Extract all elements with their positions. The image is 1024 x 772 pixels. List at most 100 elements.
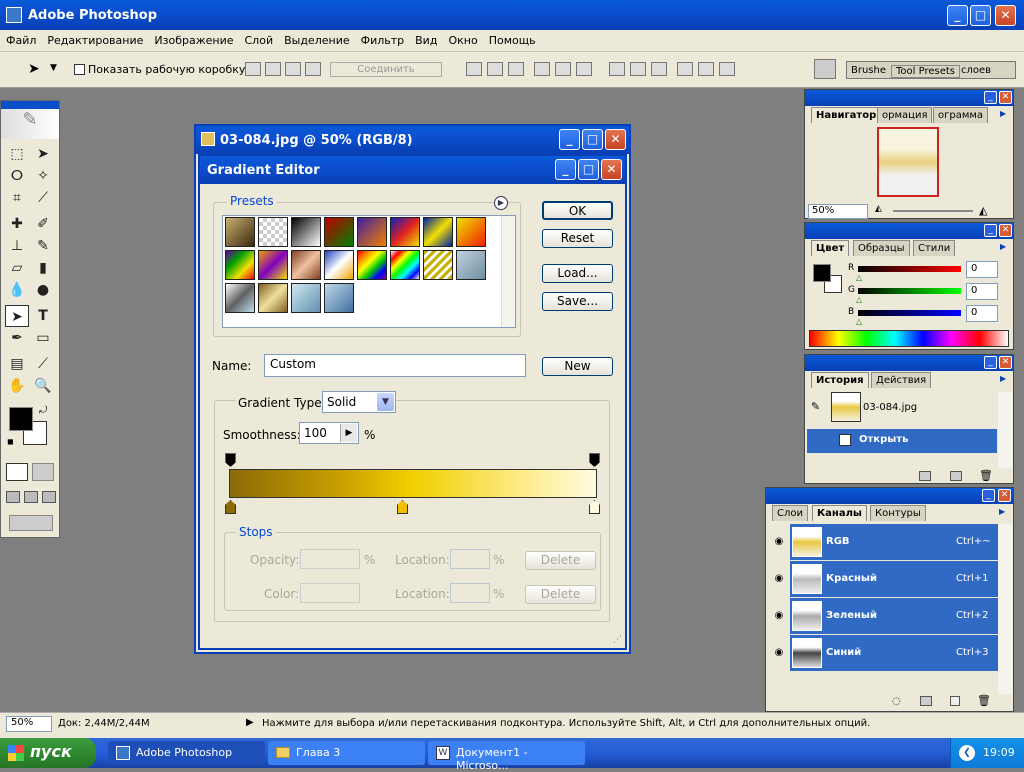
show-box-checkbox[interactable] <box>74 64 85 75</box>
r-slider[interactable] <box>858 266 961 272</box>
dlg-close-button[interactable]: ✕ <box>601 159 622 180</box>
panel-close-button[interactable]: ✕ <box>999 356 1012 369</box>
preset-swatch[interactable] <box>390 217 420 247</box>
menu-file[interactable]: Файл <box>0 30 41 47</box>
align-icon[interactable] <box>265 62 281 76</box>
menu-image[interactable]: Изображение <box>148 30 238 47</box>
merge-button[interactable]: Соединить <box>330 62 442 77</box>
zoom-slider[interactable] <box>893 210 973 212</box>
task-folder[interactable]: Глава 3 <box>268 741 425 765</box>
ok-button[interactable]: OK <box>542 201 613 220</box>
g-field[interactable]: 0 <box>966 283 998 300</box>
tab-swatches[interactable]: Образцы <box>853 240 910 256</box>
swap-colors-icon[interactable]: ⤾ <box>39 405 47 416</box>
distribute-icon[interactable] <box>555 62 571 76</box>
history-snapshot-name[interactable]: 03-084.jpg <box>863 402 917 413</box>
preset-swatch[interactable] <box>258 217 288 247</box>
resize-grip-icon[interactable]: ⋰ <box>613 635 622 645</box>
lasso-icon[interactable]: ⵔ <box>5 165 29 187</box>
eyedropper-icon[interactable]: ⟋ <box>31 353 55 375</box>
presets-menu-icon[interactable]: ▶ <box>494 196 508 210</box>
task-photoshop[interactable]: Adobe Photoshop <box>108 741 265 765</box>
healing-brush-icon[interactable]: ✚ <box>5 213 29 235</box>
distribute-icon[interactable] <box>466 62 482 76</box>
distribute-icon[interactable] <box>630 62 646 76</box>
b-slider-thumb[interactable]: △ <box>856 317 862 326</box>
zoom-in-icon[interactable]: ◭ <box>979 204 987 217</box>
color-spectrum-bar[interactable] <box>809 330 1009 347</box>
history-brush-icon[interactable]: ✎ <box>31 235 55 257</box>
history-brush-source-icon[interactable]: ✎ <box>811 400 820 413</box>
channel-row-blue[interactable]: ◉ Синий Ctrl+3 <box>768 635 1012 671</box>
color-fg-swatch[interactable] <box>813 264 831 282</box>
new-channel-icon[interactable] <box>950 696 960 706</box>
distribute-icon[interactable] <box>651 62 667 76</box>
menu-edit[interactable]: Редактирование <box>41 30 148 47</box>
panel-minimize-button[interactable]: _ <box>984 356 997 369</box>
move-icon[interactable]: ➤ <box>31 143 55 165</box>
palette-tab-layers[interactable]: слоев <box>961 65 991 76</box>
preset-swatch[interactable] <box>357 250 387 280</box>
panel-menu-icon[interactable]: ▶ <box>1000 242 1006 251</box>
panel-minimize-button[interactable]: _ <box>982 489 995 502</box>
menu-help[interactable]: Помощь <box>483 30 541 47</box>
distribute-icon[interactable] <box>609 62 625 76</box>
chevron-down-icon[interactable]: ▼ <box>377 393 394 411</box>
new-button[interactable]: New <box>542 357 613 376</box>
tab-styles[interactable]: Стили <box>913 240 956 256</box>
name-field[interactable]: Custom <box>264 354 526 377</box>
shape-icon[interactable]: ▭ <box>31 327 55 349</box>
arrow-right-icon[interactable]: ▶ <box>340 424 357 442</box>
type-icon[interactable]: T <box>31 305 55 327</box>
channels-scrollbar[interactable] <box>998 524 1012 694</box>
eye-icon[interactable]: ◉ <box>768 524 790 560</box>
b-field[interactable]: 0 <box>966 305 998 322</box>
preset-swatch[interactable] <box>258 283 288 313</box>
distribute-icon[interactable] <box>508 62 524 76</box>
reset-button[interactable]: Reset <box>542 229 613 248</box>
preset-swatch[interactable] <box>456 250 486 280</box>
stop-color-field[interactable] <box>300 583 360 603</box>
eye-icon[interactable]: ◉ <box>768 598 790 634</box>
default-colors-icon[interactable]: ◼ <box>7 437 14 446</box>
navigator-thumbnail[interactable] <box>877 127 939 197</box>
opacity-field[interactable] <box>300 549 360 569</box>
foreground-color-swatch[interactable] <box>9 407 33 431</box>
tab-info[interactable]: ормация <box>877 107 933 123</box>
gradient-preview-bar[interactable] <box>229 469 597 498</box>
status-zoom-field[interactable]: 50% <box>6 716 52 732</box>
pen-icon[interactable]: ✒ <box>5 327 29 349</box>
tab-actions[interactable]: Действия <box>871 372 932 388</box>
g-slider-thumb[interactable]: △ <box>856 295 862 304</box>
preset-swatch[interactable] <box>225 283 255 313</box>
doc-maximize-button[interactable]: □ <box>582 129 603 150</box>
tab-layers[interactable]: Слои <box>772 505 808 521</box>
preset-swatch[interactable] <box>357 217 387 247</box>
gradient-type-select[interactable]: Solid ▼ <box>322 391 396 413</box>
menu-filter[interactable]: Фильтр <box>355 30 410 47</box>
r-slider-thumb[interactable]: △ <box>856 273 862 282</box>
tab-histogram[interactable]: ограмма <box>933 107 989 123</box>
panel-minimize-button[interactable]: _ <box>984 224 997 237</box>
align-icon[interactable] <box>305 62 321 76</box>
load-selection-icon[interactable]: ◌ <box>892 696 901 707</box>
history-scrollbar[interactable] <box>998 392 1012 468</box>
smoothness-field[interactable]: 100 ▶ <box>299 422 359 444</box>
distribute-icon[interactable] <box>677 62 693 76</box>
tab-channels[interactable]: Каналы <box>812 505 867 521</box>
navigator-zoom-field[interactable]: 50% <box>808 204 868 219</box>
menu-select[interactable]: Выделение <box>278 30 355 47</box>
preset-swatch[interactable] <box>423 250 453 280</box>
arrow-right-icon[interactable]: ▶ <box>246 717 254 728</box>
task-word[interactable]: W Документ1 - Microso... <box>428 741 585 772</box>
brush-icon[interactable]: ✐ <box>31 213 55 235</box>
gradient-icon[interactable]: ▮ <box>31 257 55 279</box>
preset-swatch[interactable] <box>291 250 321 280</box>
save-selection-icon[interactable] <box>920 696 932 706</box>
screen-mode-icon[interactable] <box>6 491 20 503</box>
close-button[interactable]: ✕ <box>995 5 1016 26</box>
dlg-minimize-button[interactable]: _ <box>555 159 576 180</box>
preset-swatch[interactable] <box>291 217 321 247</box>
preset-swatch[interactable] <box>291 283 321 313</box>
panel-menu-icon[interactable]: ▶ <box>1000 374 1006 383</box>
